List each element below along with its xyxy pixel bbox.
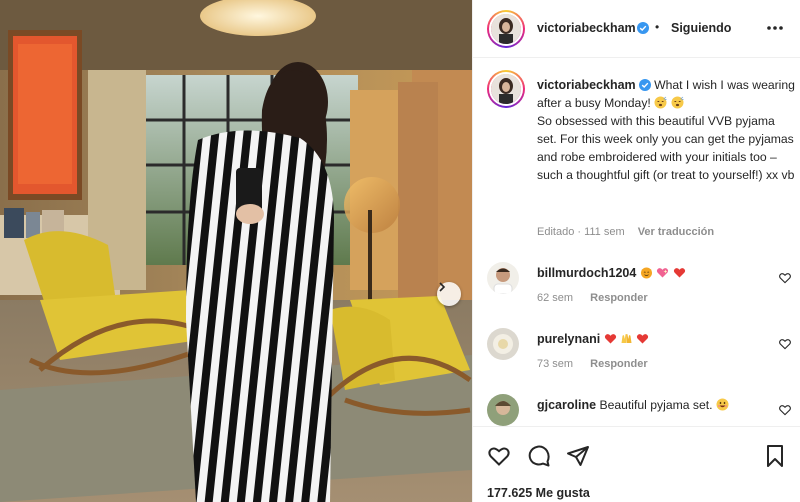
profile-photo-icon [487, 328, 519, 360]
chevron-right-icon [439, 282, 446, 292]
following-button[interactable]: Siguiendo [671, 21, 731, 35]
caption-username[interactable]: victoriabeckham [537, 78, 636, 92]
post-side-panel: victoriabeckham • Siguiendo victoriabeck… [472, 0, 800, 502]
profile-photo-icon [491, 14, 521, 44]
smiling-emoji-icon [716, 398, 729, 411]
comment-time: 62 sem [537, 292, 574, 304]
post-actions-bar: 177.625 Me gusta [473, 426, 800, 502]
heart-outline-icon[interactable] [779, 338, 791, 350]
share-paper-plane-icon[interactable] [566, 444, 590, 468]
post-photo[interactable] [0, 0, 472, 502]
comment-body: Beautiful pyjama set. [599, 398, 713, 412]
verified-badge-icon [637, 22, 649, 34]
comment-username[interactable]: purelynani [537, 332, 600, 346]
comment-bubble-icon[interactable] [527, 444, 551, 468]
next-photo-button[interactable] [437, 282, 461, 306]
commenter-avatar[interactable] [487, 262, 519, 294]
comment-meta: 62 sem Responder [537, 292, 662, 304]
sparkle-heart-emoji-icon [657, 268, 669, 278]
reply-button[interactable]: Responder [590, 292, 647, 304]
comment-text: purelynani [537, 332, 649, 346]
caption-text: victoriabeckham What I wish I was wearin… [537, 76, 795, 184]
caption-author-avatar[interactable] [487, 70, 525, 108]
reply-button[interactable]: Responder [590, 358, 647, 370]
more-options-icon[interactable] [763, 18, 787, 38]
comment-username[interactable]: billmurdoch1204 [537, 266, 636, 280]
red-heart-emoji-icon [604, 334, 616, 344]
edited-timestamp: Editado · 111 sem [537, 226, 625, 238]
comment-text: gjcaroline Beautiful pyjama set. [537, 398, 729, 412]
instagram-post: victoriabeckham • Siguiendo victoriabeck… [0, 0, 800, 502]
comment-time: 73 sem [537, 358, 574, 370]
heart-outline-icon[interactable] [779, 404, 791, 416]
comment-text: billmurdoch1204 [537, 266, 686, 280]
caption-meta: Editado · 111 sem Ver traducción [537, 226, 724, 238]
comment-username[interactable]: gjcaroline [537, 398, 596, 412]
comment-item: purelynani 73 sem Responder [487, 328, 791, 378]
caption-body: So obsessed with this beautiful VVB pyja… [537, 114, 795, 182]
author-avatar[interactable] [487, 10, 525, 48]
post-header: victoriabeckham • Siguiendo [473, 0, 800, 58]
commenter-avatar[interactable] [487, 394, 519, 426]
sleepy-face-emoji-icon [671, 96, 684, 109]
heart-outline-icon[interactable] [779, 272, 791, 284]
commenter-avatar[interactable] [487, 328, 519, 360]
smile-cat-emoji-icon [640, 267, 652, 279]
comment-meta: 73 sem Responder [537, 358, 662, 370]
raised-hands-emoji-icon [621, 334, 632, 343]
verified-badge-icon [638, 79, 651, 91]
red-heart-emoji-icon [637, 334, 649, 344]
comment-item: billmurdoch1204 62 sem Responder [487, 262, 791, 312]
author-username[interactable]: victoriabeckham [537, 21, 636, 35]
sleepy-face-emoji-icon [654, 96, 667, 109]
profile-photo-icon [487, 262, 519, 294]
profile-photo-icon [487, 394, 519, 426]
room-scene-image [0, 0, 472, 502]
likes-count[interactable]: 177.625 Me gusta [487, 486, 590, 500]
like-heart-icon[interactable] [487, 444, 511, 468]
see-translation-link[interactable]: Ver traducción [638, 226, 714, 238]
profile-photo-icon [491, 74, 521, 104]
red-heart-emoji-icon [673, 268, 685, 278]
save-bookmark-icon[interactable] [763, 444, 787, 468]
separator-dot: • [655, 20, 660, 34]
